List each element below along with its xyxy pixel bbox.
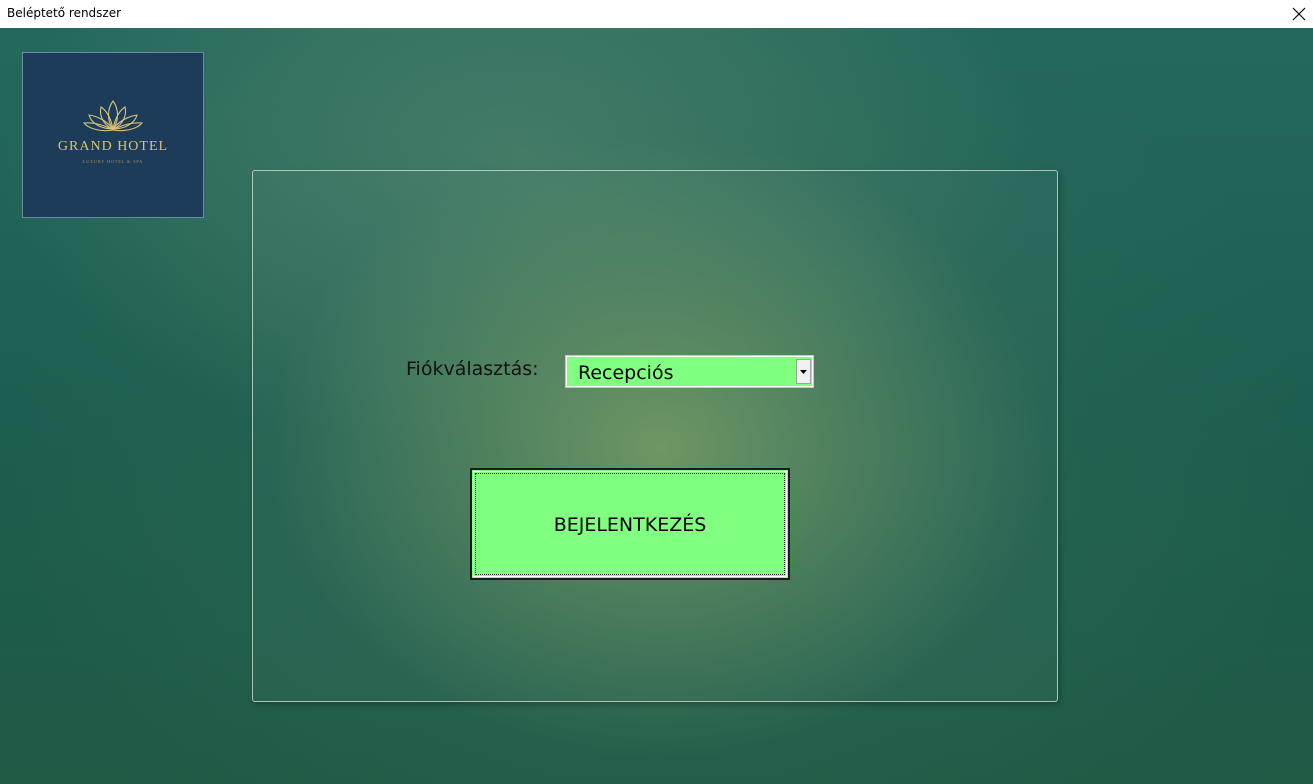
logo-name: GRAND HOTEL	[57, 139, 169, 154]
login-panel	[252, 170, 1058, 702]
close-button[interactable]	[1285, 0, 1313, 28]
account-select-value: Recepciós	[578, 362, 674, 384]
login-button-label: BEJELENTKEZÉS	[553, 514, 707, 536]
hotel-logo: GRAND HOTEL LUXURY HOTEL & SPA	[22, 52, 204, 218]
chevron-down-icon	[800, 370, 807, 374]
close-icon	[1292, 7, 1306, 21]
main-content: GRAND HOTEL LUXURY HOTEL & SPA Fiókválas…	[0, 28, 1313, 784]
account-select[interactable]: Recepciós	[565, 355, 814, 388]
login-window: Beléptető rendszer GRAND HOTEL LUXURY HO…	[0, 0, 1313, 784]
window-title: Beléptető rendszer	[7, 6, 122, 20]
dropdown-button[interactable]	[796, 359, 811, 384]
logo-tagline: LUXURY HOTEL & SPA	[82, 159, 144, 164]
account-select-label: Fiókválasztás:	[406, 358, 539, 380]
lotus-icon	[83, 100, 143, 132]
title-bar: Beléptető rendszer	[0, 0, 1313, 28]
login-button[interactable]: BEJELENTKEZÉS	[470, 468, 790, 580]
